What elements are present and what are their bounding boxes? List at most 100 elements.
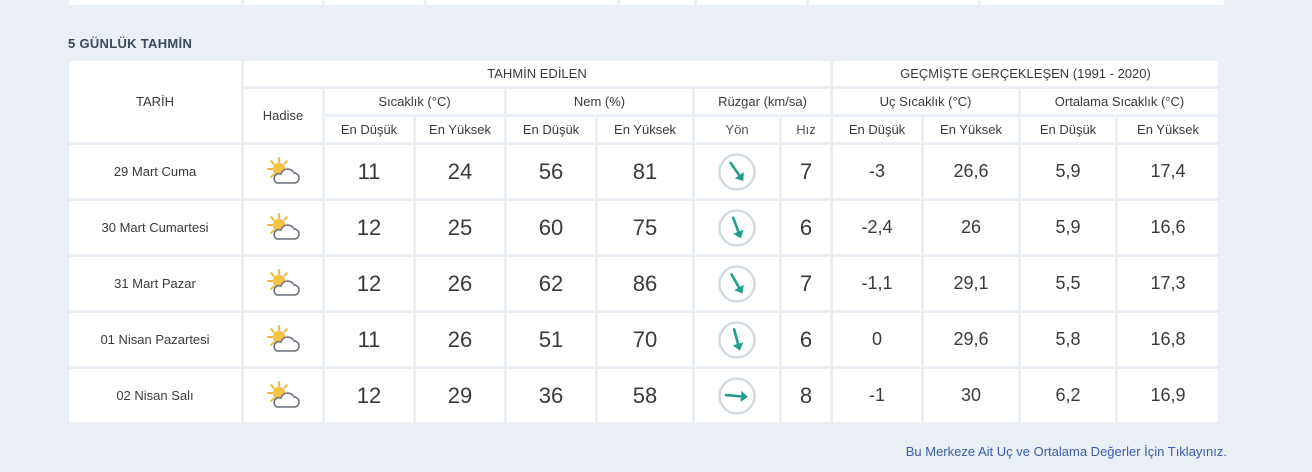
extreme-low-value: -2,4 [833, 201, 921, 254]
weather-cell [244, 201, 322, 254]
temp-low-value: 12 [325, 369, 413, 422]
partly-cloudy-icon [267, 268, 300, 296]
humidity-high-value: 86 [598, 257, 692, 310]
header-avg-low: En Düşük [1021, 117, 1115, 142]
extreme-high-value: 26,6 [924, 145, 1018, 198]
humidity-high-value: 81 [598, 145, 692, 198]
row-date: 30 Mart Cumartesi [69, 201, 241, 254]
average-high-value: 16,9 [1118, 369, 1218, 422]
header-wind-speed: Hız [782, 117, 830, 142]
table-row: 30 Mart Cumartesi 12 25 60 75 6 -2,4 26 … [69, 201, 1218, 254]
temp-high-value: 25 [416, 201, 504, 254]
humidity-low-value: 51 [507, 313, 595, 366]
wind-speed-value: 8 [782, 369, 830, 422]
wind-speed-value: 7 [782, 145, 830, 198]
header-temperature: Sıcaklık (°C) [325, 89, 504, 114]
humidity-high-value: 70 [598, 313, 692, 366]
humidity-low-value: 60 [507, 201, 595, 254]
weather-cell [244, 369, 322, 422]
wind-speed-value: 6 [782, 201, 830, 254]
temp-low-value: 11 [325, 145, 413, 198]
extreme-low-value: -1,1 [833, 257, 921, 310]
wind-speed-value: 6 [782, 313, 830, 366]
row-date: 31 Mart Pazar [69, 257, 241, 310]
average-low-value: 6,2 [1021, 369, 1115, 422]
extreme-low-value: -3 [833, 145, 921, 198]
average-high-value: 17,3 [1118, 257, 1218, 310]
header-wind: Rüzgar (km/sa) [695, 89, 830, 114]
header-ext-high: En Yüksek [924, 117, 1018, 142]
row-date: 29 Mart Cuma [69, 145, 241, 198]
wind-direction-cell [695, 257, 779, 310]
average-low-value: 5,9 [1021, 201, 1115, 254]
header-history-group: GEÇMİŞTE GERÇEKLEŞEN (1991 - 2020) [833, 61, 1218, 86]
weather-cell [244, 145, 322, 198]
row-date: 02 Nisan Salı [69, 369, 241, 422]
forecast-table: TARİH TAHMİN EDİLEN GEÇMİŞTE GERÇEKLEŞEN… [66, 58, 1221, 425]
wind-direction-icon [718, 320, 756, 359]
partly-cloudy-icon [267, 212, 300, 240]
header-hum-low: En Düşük [507, 117, 595, 142]
extreme-low-value: 0 [833, 313, 921, 366]
row-date: 01 Nisan Pazartesi [69, 313, 241, 366]
header-row-groups: TARİH TAHMİN EDİLEN GEÇMİŞTE GERÇEKLEŞEN… [69, 61, 1218, 142]
humidity-high-value: 75 [598, 201, 692, 254]
partly-cloudy-icon [267, 380, 300, 408]
average-high-value: 16,8 [1118, 313, 1218, 366]
wind-speed-value: 7 [782, 257, 830, 310]
header-humidity: Nem (%) [507, 89, 692, 114]
wind-direction-cell [695, 201, 779, 254]
average-high-value: 17,4 [1118, 145, 1218, 198]
table-row: 31 Mart Pazar 12 26 62 86 7 -1,1 29,1 5,… [69, 257, 1218, 310]
page: 5 GÜNLÜK TAHMİN TARİH TAHMİN EDİLEN GEÇM… [0, 0, 1312, 472]
extreme-low-value: -1 [833, 369, 921, 422]
temp-high-value: 26 [416, 313, 504, 366]
wind-direction-icon [718, 376, 756, 415]
wind-direction-icon [718, 152, 756, 191]
header-row-categories: Hadise Sıcaklık (°C) Nem (%) Rüzgar (km/… [69, 89, 1218, 142]
header-temp-low: En Düşük [325, 117, 413, 142]
wind-direction-cell [695, 145, 779, 198]
header-extreme-temp: Uç Sıcaklık (°C) [833, 89, 1018, 114]
weather-cell [244, 257, 322, 310]
weather-cell [244, 313, 322, 366]
temp-low-value: 12 [325, 257, 413, 310]
center-values-link[interactable]: Bu Merkeze Ait Uç ve Ortalama Değerler İ… [906, 444, 1227, 459]
table-row: 29 Mart Cuma 11 24 56 81 7 -3 26,6 5,9 1… [69, 145, 1218, 198]
header-forecast-group: TAHMİN EDİLEN [244, 61, 830, 86]
section-title: 5 GÜNLÜK TAHMİN [68, 36, 193, 51]
temp-low-value: 11 [325, 313, 413, 366]
average-low-value: 5,8 [1021, 313, 1115, 366]
header-avg-high: En Yüksek [1118, 117, 1218, 142]
wind-direction-cell [695, 313, 779, 366]
wind-direction-icon [718, 208, 756, 247]
humidity-low-value: 56 [507, 145, 595, 198]
extreme-high-value: 26 [924, 201, 1018, 254]
table-row: 01 Nisan Pazartesi 11 26 51 70 6 0 29,6 … [69, 313, 1218, 366]
humidity-high-value: 58 [598, 369, 692, 422]
extreme-high-value: 29,6 [924, 313, 1018, 366]
header-row-sub: En Düşük En Yüksek En Düşük En Yüksek Yö… [69, 117, 1218, 142]
extreme-high-value: 29,1 [924, 257, 1018, 310]
temp-high-value: 24 [416, 145, 504, 198]
temp-low-value: 12 [325, 201, 413, 254]
header-wind-direction: Yön [695, 117, 779, 142]
partly-cloudy-icon [267, 324, 300, 352]
previous-table-remnant [69, 0, 1227, 5]
table-row: 02 Nisan Salı 12 29 36 58 8 -1 30 6,2 16… [69, 369, 1218, 422]
wind-direction-icon [718, 264, 756, 303]
header-hum-high: En Yüksek [598, 117, 692, 142]
average-low-value: 5,9 [1021, 145, 1115, 198]
header-date: TARİH [69, 61, 241, 142]
humidity-low-value: 62 [507, 257, 595, 310]
header-avg-temp: Ortalama Sıcaklık (°C) [1021, 89, 1218, 114]
header-temp-high: En Yüksek [416, 117, 504, 142]
humidity-low-value: 36 [507, 369, 595, 422]
temp-high-value: 26 [416, 257, 504, 310]
wind-direction-cell [695, 369, 779, 422]
extreme-high-value: 30 [924, 369, 1018, 422]
average-high-value: 16,6 [1118, 201, 1218, 254]
partly-cloudy-icon [267, 156, 300, 184]
header-hadise: Hadise [244, 89, 322, 142]
average-low-value: 5,5 [1021, 257, 1115, 310]
